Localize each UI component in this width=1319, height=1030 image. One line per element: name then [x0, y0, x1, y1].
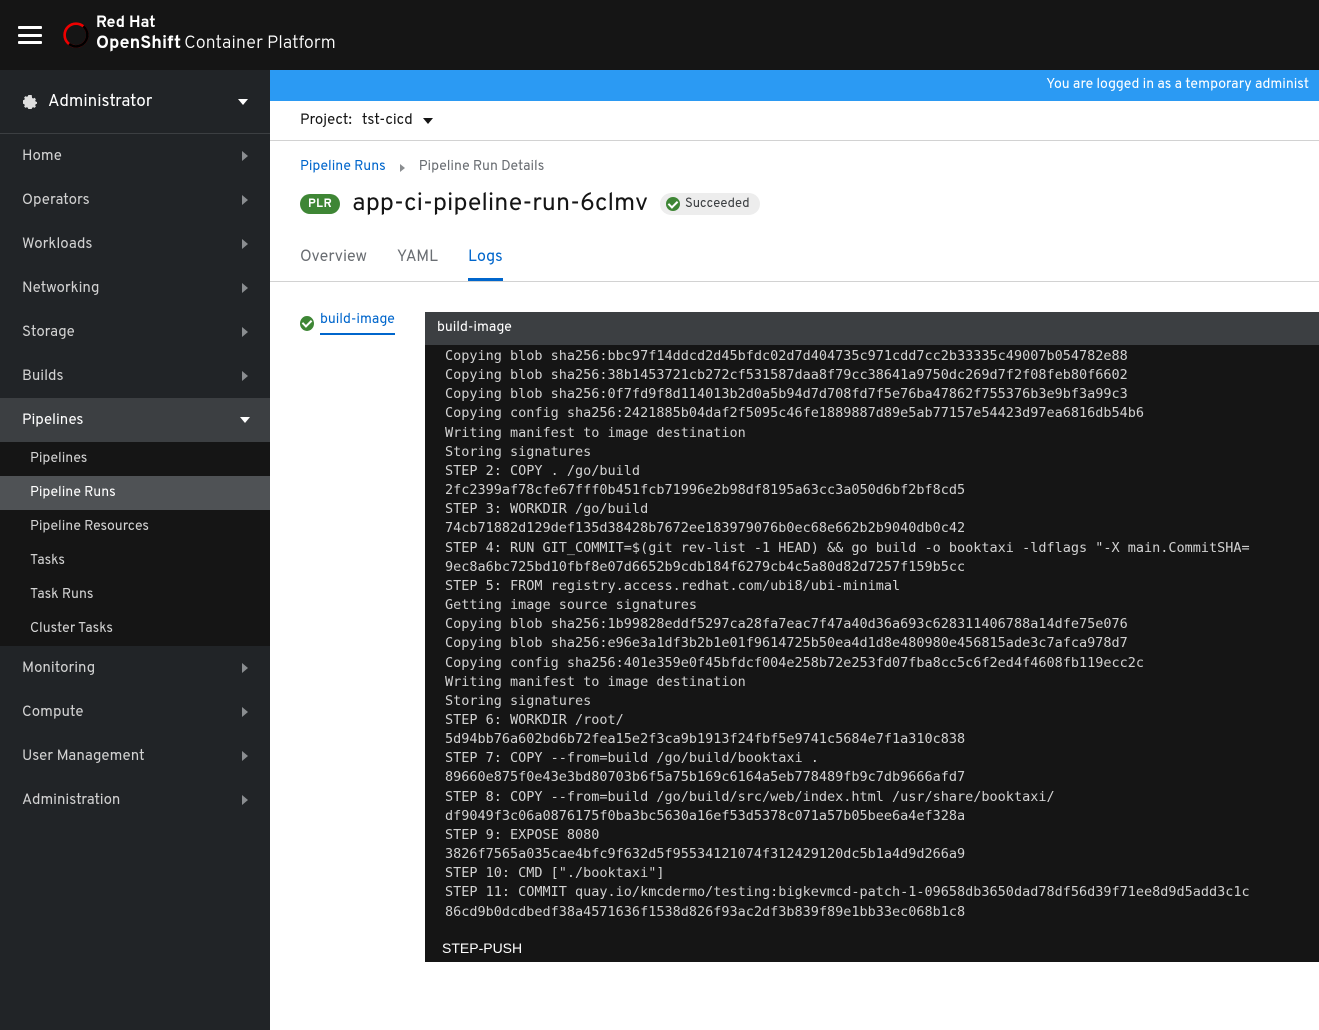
brand-text: Red Hat OpenShiftContainer Platform [96, 16, 336, 54]
breadcrumb: Pipeline Runs Pipeline Run Details [300, 159, 1289, 176]
nav-item-user-management[interactable]: User Management [0, 734, 270, 778]
admin-banner: You are logged in as a temporary adminis… [270, 70, 1319, 101]
nav-label: Operators [22, 191, 90, 210]
step-label-push: STEP-PUSH [442, 940, 1319, 956]
tab-yaml[interactable]: YAML [397, 240, 438, 281]
nav-item-home[interactable]: Home [0, 134, 270, 178]
tab-logs[interactable]: Logs [468, 240, 503, 281]
chevron-right-icon [242, 707, 248, 717]
nav-label: Administration [22, 791, 120, 810]
chevron-right-icon [242, 151, 248, 161]
chevron-right-icon [242, 239, 248, 249]
subnav-tasks[interactable]: Tasks [0, 544, 270, 578]
subnav-pipeline-resources[interactable]: Pipeline Resources [0, 510, 270, 544]
perspective-switcher[interactable]: Administrator [0, 70, 270, 134]
status-badge: Succeeded [660, 193, 760, 215]
page-title: app-ci-pipeline-run-6clmv [352, 188, 648, 220]
tabs: Overview YAML Logs [270, 240, 1319, 282]
nav-item-administration[interactable]: Administration [0, 778, 270, 822]
nav-label: Compute [22, 703, 84, 722]
nav-item-operators[interactable]: Operators [0, 178, 270, 222]
breadcrumb-current: Pipeline Run Details [419, 159, 545, 176]
task-item-label: build-image [320, 312, 395, 335]
chevron-right-icon [242, 663, 248, 673]
subnav-pipeline-runs[interactable]: Pipeline Runs [0, 476, 270, 510]
nav-label: Builds [22, 367, 64, 386]
brand-logo[interactable]: Red Hat OpenShiftContainer Platform [62, 16, 336, 54]
nav-item-monitoring[interactable]: Monitoring [0, 646, 270, 690]
project-value: tst-cicd [362, 111, 413, 130]
chevron-right-icon [242, 795, 248, 805]
chevron-down-icon [240, 417, 250, 423]
nav-label: Workloads [22, 235, 92, 254]
page-title-row: PLR app-ci-pipeline-run-6clmv Succeeded [300, 188, 1289, 220]
tab-overview[interactable]: Overview [300, 240, 367, 281]
main-content: You are logged in as a temporary adminis… [270, 70, 1319, 1030]
menu-toggle-button[interactable] [18, 26, 42, 44]
check-circle-icon [666, 197, 680, 211]
nav-label: Home [22, 147, 62, 166]
check-circle-icon [300, 316, 314, 331]
breadcrumb-link-pipeline-runs[interactable]: Pipeline Runs [300, 159, 386, 176]
gear-icon [22, 94, 38, 110]
chevron-right-icon [242, 195, 248, 205]
project-label: Project: [300, 111, 352, 130]
perspective-label: Administrator [48, 91, 152, 113]
chevron-right-icon [400, 164, 405, 172]
chevron-right-icon [242, 371, 248, 381]
caret-down-icon [423, 118, 433, 124]
redhat-icon [62, 21, 90, 49]
caret-down-icon [238, 99, 248, 105]
log-output-build: Copying blob sha256:bbc97f14ddcd2d45bfdc… [445, 347, 1319, 922]
log-console-header: build-image [425, 312, 1319, 345]
chevron-right-icon [242, 751, 248, 761]
sidebar: Administrator Home Operators Workloads N… [0, 70, 270, 1030]
brand-line2: OpenShift [96, 32, 181, 55]
nav-label: Storage [22, 323, 75, 342]
nav-label: Monitoring [22, 659, 95, 678]
subnav-task-runs[interactable]: Task Runs [0, 578, 270, 612]
nav-label: Pipelines [22, 411, 83, 430]
nav-item-builds[interactable]: Builds [0, 354, 270, 398]
subnav-pipelines[interactable]: Pipelines [0, 442, 270, 476]
nav-item-pipelines[interactable]: Pipelines [0, 398, 270, 442]
log-console-body[interactable]: Copying blob sha256:bbc97f14ddcd2d45bfdc… [425, 345, 1319, 962]
task-item-build-image[interactable]: build-image [300, 312, 395, 335]
task-list: build-image [300, 312, 395, 962]
banner-text: You are logged in as a temporary adminis… [1046, 77, 1309, 94]
nav-label: User Management [22, 747, 145, 766]
nav-item-compute[interactable]: Compute [0, 690, 270, 734]
log-console: build-image Copying blob sha256:bbc97f14… [425, 312, 1319, 962]
chevron-right-icon [242, 283, 248, 293]
chevron-right-icon [242, 327, 248, 337]
masthead: Red Hat OpenShiftContainer Platform [0, 0, 1319, 70]
subnav-cluster-tasks[interactable]: Cluster Tasks [0, 612, 270, 646]
nav-label: Networking [22, 279, 100, 298]
status-text: Succeeded [685, 196, 750, 212]
project-selector[interactable]: Project: tst-cicd [270, 101, 1319, 141]
nav-item-networking[interactable]: Networking [0, 266, 270, 310]
brand-line3: Container Platform [184, 32, 336, 55]
nav-item-workloads[interactable]: Workloads [0, 222, 270, 266]
resource-badge: PLR [300, 194, 340, 214]
nav-item-storage[interactable]: Storage [0, 310, 270, 354]
